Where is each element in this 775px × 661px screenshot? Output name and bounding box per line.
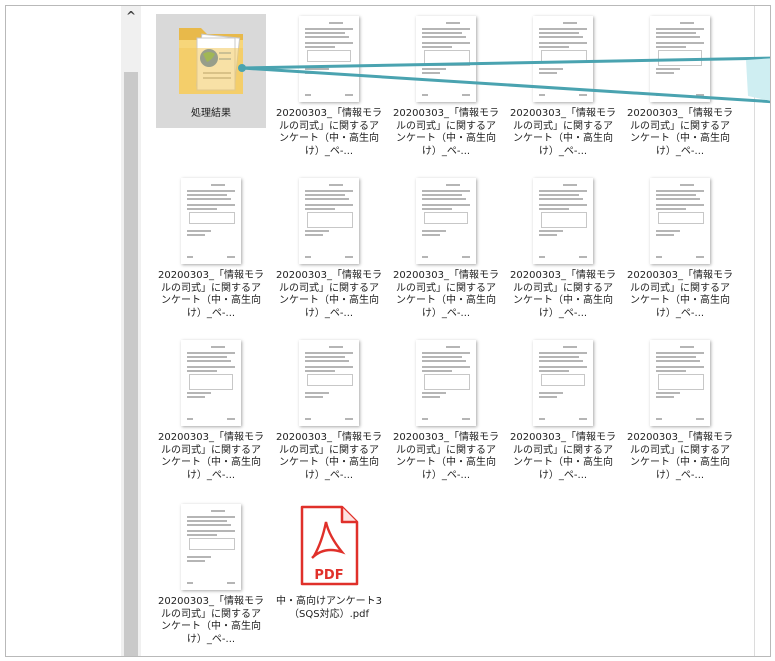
file-label: 20200303_「情報モラルの司式」に関するアンケート（中・高生向け）_ペ-.… [393, 108, 499, 157]
file-item[interactable]: 20200303_「情報モラルの司式」に関するアンケート（中・高生向け）_ペ-.… [625, 14, 735, 158]
file-explorer-pane: ^ 処理結果 20200303_「情報モラルの司式」に関するアンケート（中・高生… [5, 5, 771, 657]
document-thumbnail-icon [632, 338, 728, 428]
file-item[interactable]: 20200303_「情報モラルの司式」に関するアンケート（中・高生向け）_ペ-.… [156, 502, 266, 646]
document-thumbnail-icon [398, 14, 494, 104]
file-item[interactable]: 20200303_「情報モラルの司式」に関するアンケート（中・高生向け）_ペ-.… [391, 176, 501, 320]
file-label: 20200303_「情報モラルの司式」に関するアンケート（中・高生向け）_ペ-.… [276, 270, 382, 319]
document-thumbnail-icon [398, 176, 494, 266]
scroll-thumb[interactable] [124, 72, 138, 656]
pdf-file-label: 中・高向けアンケート3（SQS対応）.pdf [276, 596, 382, 620]
file-label: 20200303_「情報モラルの司式」に関するアンケート（中・高生向け）_ペ-.… [158, 432, 264, 481]
document-thumbnail-icon [515, 14, 611, 104]
file-item[interactable]: 20200303_「情報モラルの司式」に関するアンケート（中・高生向け）_ペ-.… [508, 338, 618, 482]
scroll-up-icon: ^ [125, 9, 137, 23]
scroll-up-arrow[interactable]: ^ [121, 8, 141, 24]
file-item[interactable]: 20200303_「情報モラルの司式」に関するアンケート（中・高生向け）_ペ-.… [625, 176, 735, 320]
folder-label: 処理結果 [191, 108, 231, 119]
document-thumbnail-icon [281, 14, 377, 104]
file-item[interactable]: 20200303_「情報モラルの司式」に関するアンケート（中・高生向け）_ペ-.… [625, 338, 735, 482]
file-label: 20200303_「情報モラルの司式」に関するアンケート（中・高生向け）_ペ-.… [510, 432, 616, 481]
file-item[interactable]: 20200303_「情報モラルの司式」に関するアンケート（中・高生向け）_ペ-.… [274, 14, 384, 158]
file-item[interactable]: 20200303_「情報モラルの司式」に関するアンケート（中・高生向け）_ペ-.… [274, 176, 384, 320]
vertical-scrollbar[interactable]: ^ [121, 6, 141, 656]
document-thumbnail-icon [163, 176, 259, 266]
file-label: 20200303_「情報モラルの司式」に関するアンケート（中・高生向け）_ペ-.… [276, 432, 382, 481]
document-thumbnail-icon [515, 176, 611, 266]
pdf-file-item[interactable]: PDF 中・高向けアンケート3（SQS対応）.pdf [274, 502, 384, 621]
file-item[interactable]: 20200303_「情報モラルの司式」に関するアンケート（中・高生向け）_ペ-.… [508, 176, 618, 320]
folder-item[interactable]: 処理結果 [156, 14, 266, 128]
file-item[interactable]: 20200303_「情報モラルの司式」に関するアンケート（中・高生向け）_ペ-.… [156, 338, 266, 482]
file-label: 20200303_「情報モラルの司式」に関するアンケート（中・高生向け）_ペ-.… [276, 108, 382, 157]
document-thumbnail-icon [632, 176, 728, 266]
document-thumbnail-icon [281, 176, 377, 266]
file-label: 20200303_「情報モラルの司式」に関するアンケート（中・高生向け）_ペ-.… [627, 108, 733, 157]
file-label: 20200303_「情報モラルの司式」に関するアンケート（中・高生向け）_ペ-.… [393, 432, 499, 481]
pdf-file-icon: PDF [281, 502, 377, 592]
file-label: 20200303_「情報モラルの司式」に関するアンケート（中・高生向け）_ペ-.… [510, 270, 616, 319]
document-thumbnail-icon [515, 338, 611, 428]
file-label: 20200303_「情報モラルの司式」に関するアンケート（中・高生向け）_ペ-.… [510, 108, 616, 157]
document-thumbnail-icon [632, 14, 728, 104]
file-item[interactable]: 20200303_「情報モラルの司式」に関するアンケート（中・高生向け）_ペ-.… [274, 338, 384, 482]
pdf-badge-text: PDF [314, 568, 343, 583]
file-label: 20200303_「情報モラルの司式」に関するアンケート（中・高生向け）_ペ-.… [158, 270, 264, 319]
folder-icon [163, 14, 259, 104]
document-thumbnail-icon [163, 502, 259, 592]
file-item[interactable]: 20200303_「情報モラルの司式」に関するアンケート（中・高生向け）_ペ-.… [391, 338, 501, 482]
file-label: 20200303_「情報モラルの司式」に関するアンケート（中・高生向け）_ペ-.… [627, 432, 733, 481]
file-item[interactable]: 20200303_「情報モラルの司式」に関するアンケート（中・高生向け）_ペ-.… [391, 14, 501, 158]
document-thumbnail-icon [398, 338, 494, 428]
file-item[interactable]: 20200303_「情報モラルの司式」に関するアンケート（中・高生向け）_ペ-.… [508, 14, 618, 158]
file-item[interactable]: 20200303_「情報モラルの司式」に関するアンケート（中・高生向け）_ペ-.… [156, 176, 266, 320]
pane-divider [754, 6, 755, 656]
document-thumbnail-icon [163, 338, 259, 428]
document-thumbnail-icon [281, 338, 377, 428]
file-label: 20200303_「情報モラルの司式」に関するアンケート（中・高生向け）_ペ-.… [393, 270, 499, 319]
file-label: 20200303_「情報モラルの司式」に関するアンケート（中・高生向け）_ペ-.… [158, 596, 264, 645]
file-label: 20200303_「情報モラルの司式」に関するアンケート（中・高生向け）_ペ-.… [627, 270, 733, 319]
